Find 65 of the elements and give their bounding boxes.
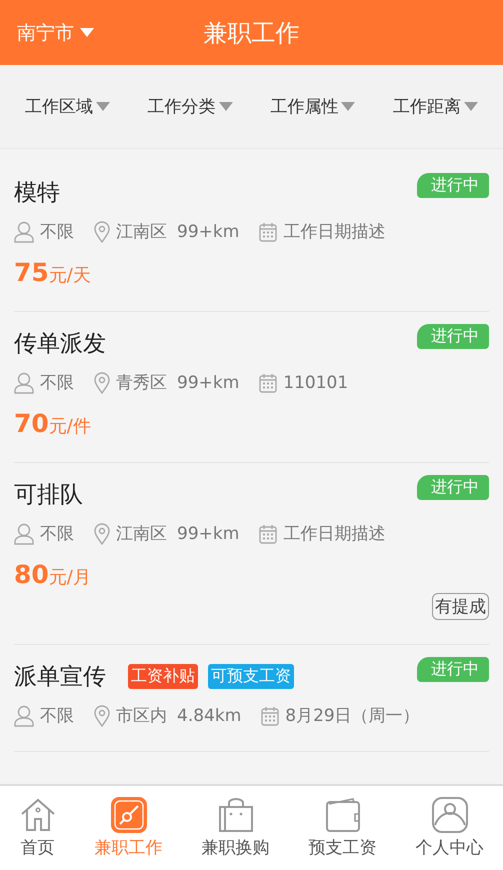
district-text: 江南区 bbox=[116, 523, 167, 545]
job-card[interactable]: 派单宣传 工资补贴 可预支工资 进行中 不限 市区内 4.84km 8月29日（周一） bbox=[14, 645, 489, 752]
people-limit: 不限 bbox=[40, 372, 74, 394]
people-limit: 不限 bbox=[40, 221, 74, 243]
wallet-icon bbox=[324, 797, 360, 833]
calendar-icon bbox=[259, 524, 278, 544]
user-avatar-icon bbox=[432, 797, 468, 833]
distance-text: 99+km bbox=[177, 524, 240, 544]
calendar-icon bbox=[259, 222, 278, 242]
location-pin-icon bbox=[94, 372, 110, 394]
status-badge: 进行中 bbox=[417, 324, 489, 349]
work-date: 工作日期描述 bbox=[283, 221, 386, 243]
page-title: 兼职工作 bbox=[204, 18, 300, 48]
filter-dropdown[interactable]: 工作分类 bbox=[148, 95, 233, 118]
job-title: 可排队 bbox=[14, 480, 83, 510]
work-date: 110101 bbox=[283, 372, 348, 392]
filter-dropdown[interactable]: 工作距离 bbox=[393, 95, 478, 118]
nav-tab[interactable]: 首页 bbox=[20, 797, 56, 859]
person-icon bbox=[14, 372, 34, 394]
nav-tab[interactable]: 兼职换购 bbox=[202, 797, 270, 859]
job-card[interactable]: 可排队 进行中 不限 江南区 99+km 工作日期描述 80元/月 有提成 bbox=[14, 463, 489, 645]
work-date: 8月29日（周一） bbox=[285, 705, 420, 727]
job-title: 传单派发 bbox=[14, 330, 106, 358]
salary-text: 70元/件 bbox=[14, 409, 92, 438]
district-text: 江南区 bbox=[116, 221, 167, 243]
nav-tab[interactable]: 个人中心 bbox=[416, 797, 484, 859]
job-title: 派单宣传 bbox=[14, 662, 106, 692]
compass-icon bbox=[110, 797, 146, 833]
job-tag: 工资补贴 bbox=[128, 664, 198, 688]
distance-text: 99+km bbox=[177, 372, 240, 392]
distance-text: 4.84km bbox=[177, 706, 242, 726]
commission-tag: 有提成 bbox=[432, 593, 489, 620]
person-icon bbox=[14, 220, 34, 242]
distance-text: 99+km bbox=[177, 222, 240, 242]
filter-dropdown[interactable]: 工作属性 bbox=[270, 95, 356, 118]
caret-icon bbox=[464, 102, 478, 111]
nav-tab[interactable]: 预支工资 bbox=[308, 797, 376, 859]
job-tag: 可预支工资 bbox=[208, 664, 294, 688]
shopping-bag-icon bbox=[218, 797, 254, 833]
house-icon bbox=[20, 797, 56, 833]
location-pin-icon bbox=[94, 522, 110, 544]
calendar-icon bbox=[261, 706, 280, 726]
filter-dropdown[interactable]: 工作区域 bbox=[24, 95, 110, 118]
status-badge: 进行中 bbox=[417, 475, 489, 500]
caret-icon bbox=[96, 102, 110, 111]
location-pin-icon bbox=[94, 220, 110, 242]
people-limit: 不限 bbox=[40, 523, 74, 545]
caret-icon bbox=[341, 102, 356, 111]
salary-text: 80元/月 bbox=[14, 560, 92, 589]
job-card[interactable]: 传单派发 进行中 不限 青秀区 99+km 110101 70元/件 bbox=[14, 312, 489, 463]
caret-icon bbox=[218, 102, 233, 111]
salary-text: 75元/天 bbox=[14, 258, 92, 287]
district-text: 市区内 bbox=[116, 705, 167, 727]
job-card[interactable]: 模特 进行中 不限 江南区 99+km 工作日期描述 75元/天 bbox=[14, 161, 489, 312]
district-text: 青秀区 bbox=[116, 372, 167, 394]
work-date: 工作日期描述 bbox=[283, 523, 386, 545]
location-pin-icon bbox=[94, 704, 110, 726]
caret-icon bbox=[80, 28, 94, 37]
person-icon bbox=[14, 522, 34, 544]
job-title: 模特 bbox=[14, 178, 60, 208]
person-icon bbox=[14, 704, 34, 726]
people-limit: 不限 bbox=[40, 705, 74, 727]
status-badge: 进行中 bbox=[417, 173, 489, 198]
status-badge: 进行中 bbox=[417, 657, 489, 682]
calendar-icon bbox=[259, 372, 278, 392]
